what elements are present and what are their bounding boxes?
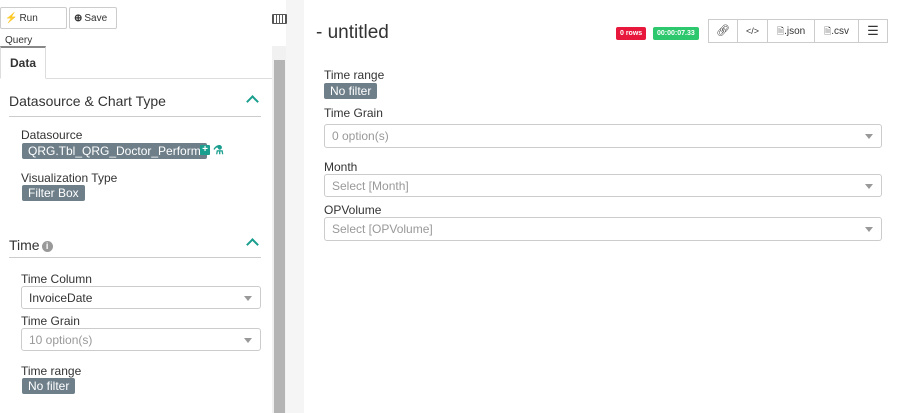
time-grain-label: Time Grain [324, 106, 383, 120]
month-label: Month [324, 160, 358, 174]
save-button[interactable]: ⊕ Save [69, 7, 117, 29]
time-range-label: Time range [324, 68, 385, 82]
menu-button[interactable]: ☰ [858, 19, 888, 43]
time-grain-select[interactable]: 10 option(s) [21, 328, 261, 351]
keyboard-icon[interactable] [272, 14, 287, 24]
panel-tabs: Data [0, 46, 272, 79]
scrollbar-thumb[interactable] [274, 60, 285, 413]
time-grain-filter-select[interactable]: 0 option(s) [324, 124, 882, 148]
query-toolbar: ⚡ Run Query ⊕ Save [0, 0, 287, 46]
month-filter-select[interactable]: Select [Month] [324, 174, 882, 197]
chevron-up-icon[interactable] [246, 95, 259, 108]
time-column-label: Time Column [21, 272, 92, 286]
datasource-tag[interactable]: QRG.Tbl_QRG_Doctor_Perform [22, 143, 207, 159]
time-range-label: Time range [21, 364, 82, 378]
embed-code-button[interactable]: </> [737, 19, 768, 43]
bolt-icon: ⚡ [5, 13, 18, 24]
csv-export-button[interactable]: 🗎.csv [814, 19, 859, 43]
caret-down-icon [865, 227, 873, 232]
time-column-select[interactable]: InvoiceDate [21, 286, 261, 309]
plus-circle-icon: ⊕ [74, 13, 83, 24]
code-icon: </> [745, 26, 759, 36]
opvolume-filter-select[interactable]: Select [OPVolume] [324, 217, 882, 241]
viz-type-label: Visualization Type [21, 171, 118, 185]
chart-panel: - untitled 0 rows 00:00:07.33 🔗︎ </> 🗎.j… [304, 0, 906, 413]
opvolume-label: OPVolume [324, 203, 382, 217]
section-title-datasource[interactable]: Datasource & Chart Type [9, 93, 166, 109]
caret-down-icon [865, 134, 873, 139]
section-divider [9, 257, 261, 258]
menu-icon: ☰ [867, 23, 879, 38]
flask-icon[interactable]: ⚗ [213, 143, 224, 157]
timer-badge: 00:00:07.33 [653, 27, 699, 40]
chart-title[interactable]: - untitled [316, 22, 389, 44]
viz-type-tag[interactable]: Filter Box [22, 185, 85, 201]
link-button[interactable]: 🔗︎ [708, 19, 738, 43]
time-range-filter-tag[interactable]: No filter [324, 83, 378, 99]
control-panel: ⚡ Run Query ⊕ Save Data Datasource & Chart… [0, 0, 287, 413]
rows-badge: 0 rows [616, 27, 647, 40]
json-export-button[interactable]: 🗎.json [767, 19, 815, 43]
time-range-tag[interactable]: No filter [22, 378, 76, 394]
section-title-time[interactable]: Time i [9, 237, 53, 253]
plus-square-icon[interactable]: + [200, 145, 210, 155]
caret-down-icon [244, 338, 252, 343]
datasource-label: Datasource [21, 128, 83, 142]
tab-data[interactable]: Data [0, 46, 46, 79]
link-icon: 🔗︎ [716, 25, 730, 37]
file-icon: 🗎 [776, 26, 785, 36]
time-grain-label: Time Grain [21, 314, 80, 328]
caret-down-icon [244, 296, 252, 301]
caret-down-icon [865, 184, 873, 189]
chevron-up-icon[interactable] [246, 238, 259, 251]
section-divider [9, 116, 261, 117]
info-icon[interactable]: i [41, 241, 53, 252]
run-query-button[interactable]: ⚡ Run Query [0, 7, 67, 46]
